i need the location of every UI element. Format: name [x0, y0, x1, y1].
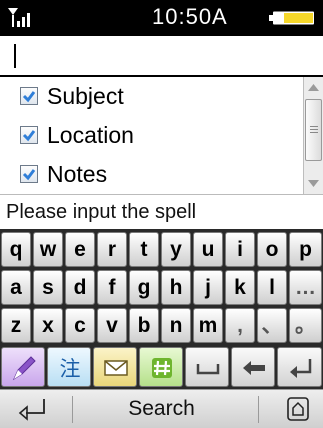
- home-icon[interactable]: [286, 396, 310, 422]
- envelope-icon: [104, 360, 128, 376]
- key-x[interactable]: x: [33, 308, 63, 343]
- battery-icon: [269, 11, 314, 25]
- enter-icon: [290, 359, 312, 378]
- checkmark-icon: [22, 130, 36, 142]
- svg-text:注: 注: [60, 357, 81, 381]
- key-b[interactable]: b: [129, 308, 159, 343]
- key-a[interactable]: a: [1, 270, 31, 305]
- key-n[interactable]: n: [161, 308, 191, 343]
- key-ellipsis[interactable]: …: [289, 270, 322, 305]
- soft-keyboard: q w e r t y u i o p a s d f g h j k l … …: [0, 229, 323, 389]
- key-k[interactable]: k: [225, 270, 255, 305]
- checkbox-subject[interactable]: [20, 87, 38, 105]
- text-caret: [14, 44, 16, 68]
- space-key[interactable]: [185, 347, 229, 387]
- key-full-stop[interactable]: 。: [289, 308, 322, 343]
- key-w[interactable]: w: [33, 232, 63, 267]
- key-m[interactable]: m: [193, 308, 223, 343]
- list-item-notes[interactable]: Notes: [0, 155, 300, 193]
- options-list: Subject Location Notes: [0, 77, 323, 195]
- backspace-key[interactable]: [231, 347, 275, 387]
- email-symbols-button[interactable]: [93, 347, 137, 387]
- key-enumeration-comma[interactable]: 、: [257, 308, 287, 343]
- list-item-label: Notes: [47, 161, 108, 187]
- handwriting-pen-icon: [12, 356, 36, 381]
- key-y[interactable]: y: [161, 232, 191, 267]
- list-item-label: Location: [47, 122, 134, 148]
- zhuyin-mode-button[interactable]: 注: [47, 347, 91, 387]
- list-item-label: Subject: [47, 83, 124, 109]
- key-l[interactable]: l: [257, 270, 287, 305]
- key-o[interactable]: o: [257, 232, 287, 267]
- softkey-divider: [258, 396, 259, 423]
- signal-strength-icon: [8, 8, 30, 27]
- input-prompt: Please input the spell: [0, 195, 323, 229]
- checkmark-icon: [22, 169, 36, 181]
- space-icon: [196, 364, 220, 375]
- key-u[interactable]: u: [193, 232, 223, 267]
- list-scrollbar[interactable]: [303, 77, 323, 194]
- checkbox-location[interactable]: [20, 126, 38, 144]
- key-g[interactable]: g: [129, 270, 159, 305]
- key-j[interactable]: j: [193, 270, 223, 305]
- key-f[interactable]: f: [97, 270, 127, 305]
- search-softkey[interactable]: Search: [0, 397, 323, 421]
- list-item-subject[interactable]: Subject: [0, 77, 300, 115]
- symbol-hash-icon: [152, 358, 172, 378]
- key-h[interactable]: h: [161, 270, 191, 305]
- clock: 10:50A: [152, 4, 228, 29]
- prompt-text: Please input the spell: [6, 201, 197, 223]
- handwriting-mode-button[interactable]: [1, 347, 45, 387]
- key-v[interactable]: v: [97, 308, 127, 343]
- scroll-down-arrow-icon[interactable]: [304, 172, 323, 194]
- softkey-bar: Search: [0, 389, 323, 428]
- key-e[interactable]: e: [65, 232, 95, 267]
- checkbox-notes[interactable]: [20, 165, 38, 183]
- backspace-icon: [243, 361, 265, 375]
- key-t[interactable]: t: [129, 232, 159, 267]
- key-p[interactable]: p: [289, 232, 322, 267]
- key-s[interactable]: s: [33, 270, 63, 305]
- phone-screen: 10:50A Subject Location Notes Please inp…: [0, 0, 323, 428]
- key-r[interactable]: r: [97, 232, 127, 267]
- key-z[interactable]: z: [1, 308, 31, 343]
- key-i[interactable]: i: [225, 232, 255, 267]
- key-c[interactable]: c: [65, 308, 95, 343]
- scroll-up-arrow-icon[interactable]: [304, 77, 323, 99]
- symbols-button[interactable]: [139, 347, 183, 387]
- status-bar: 10:50A: [0, 0, 323, 36]
- enter-key[interactable]: [277, 347, 322, 387]
- list-item-location[interactable]: Location: [0, 116, 300, 154]
- scrollbar-thumb[interactable]: [305, 99, 322, 161]
- key-q[interactable]: q: [1, 232, 31, 267]
- text-input-field[interactable]: [0, 36, 323, 77]
- zhuyin-input-icon: 注: [60, 357, 81, 381]
- checkmark-icon: [22, 91, 36, 103]
- key-d[interactable]: d: [65, 270, 95, 305]
- key-comma[interactable]: ,: [225, 308, 255, 343]
